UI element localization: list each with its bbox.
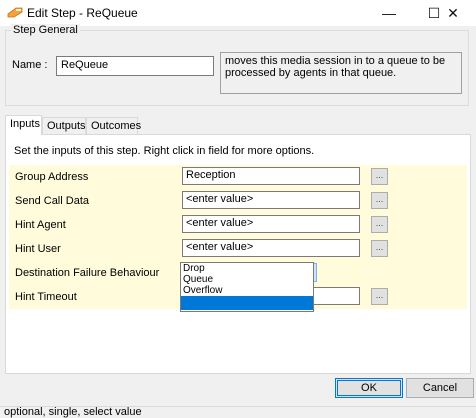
destination-failure-dropdown: Drop Queue Overflow [180, 262, 314, 312]
row-label: Group Address [15, 171, 89, 183]
input-row-group-address: Group Address Reception ... [9, 165, 467, 189]
hint-agent-input[interactable]: <enter value> [182, 215, 360, 233]
close-button[interactable]: ✕ [430, 0, 476, 26]
dropdown-option-overflow[interactable]: Overflow [181, 285, 313, 296]
input-row-hint-user: Hint User <enter value> ... [9, 237, 467, 261]
window-title: Edit Step - ReQueue [27, 6, 138, 20]
hint-user-browse-button[interactable]: ... [371, 240, 388, 257]
ok-button[interactable]: OK [335, 378, 403, 398]
dropdown-option-blank[interactable] [181, 296, 313, 310]
row-label: Hint Agent [15, 219, 66, 231]
send-call-data-input[interactable]: <enter value> [182, 191, 360, 209]
minimize-button[interactable]: — [366, 0, 412, 26]
tab-outcomes[interactable]: Outcomes [86, 117, 141, 134]
minimize-icon: — [382, 5, 396, 21]
row-label: Hint User [15, 243, 61, 255]
status-bar: optional, single, select value [0, 406, 476, 418]
row-label: Send Call Data [15, 195, 89, 207]
dialog-body: Step General Name : ReQueue moves this m… [0, 24, 476, 406]
row-label: Hint Timeout [15, 291, 77, 303]
hint-user-input[interactable]: <enter value> [182, 239, 360, 257]
title-bar: Edit Step - ReQueue — ☐ ✕ [0, 0, 476, 26]
cancel-button[interactable]: Cancel [406, 378, 474, 398]
row-label: Destination Failure Behaviour [15, 267, 160, 279]
description-text: moves this media session in to a queue t… [220, 52, 462, 94]
hint-agent-browse-button[interactable]: ... [371, 216, 388, 233]
inputs-instructions: Set the inputs of this step. Right click… [14, 145, 315, 157]
input-row-send-call-data: Send Call Data <enter value> ... [9, 189, 467, 213]
input-row-hint-agent: Hint Agent <enter value> ... [9, 213, 467, 237]
step-icon [7, 7, 23, 18]
status-text: optional, single, select value [4, 406, 142, 418]
name-input[interactable]: ReQueue [56, 56, 214, 76]
tab-outputs[interactable]: Outputs [42, 117, 86, 134]
tab-inputs[interactable]: Inputs [5, 115, 42, 135]
ok-focus-border [337, 380, 401, 396]
dropdown-option-queue[interactable]: Queue [181, 274, 313, 285]
dropdown-option-drop[interactable]: Drop [181, 263, 313, 274]
send-call-data-browse-button[interactable]: ... [371, 192, 388, 209]
inputs-panel: Set the inputs of this step. Right click… [5, 134, 471, 374]
group-address-input[interactable]: Reception [182, 167, 360, 185]
name-label: Name : [12, 59, 48, 71]
step-general-group: Step General Name : ReQueue moves this m… [5, 24, 469, 106]
hint-timeout-browse-button[interactable]: ... [371, 288, 388, 305]
group-address-browse-button[interactable]: ... [371, 168, 388, 185]
step-general-legend: Step General [11, 24, 80, 36]
close-icon: ✕ [447, 4, 459, 21]
